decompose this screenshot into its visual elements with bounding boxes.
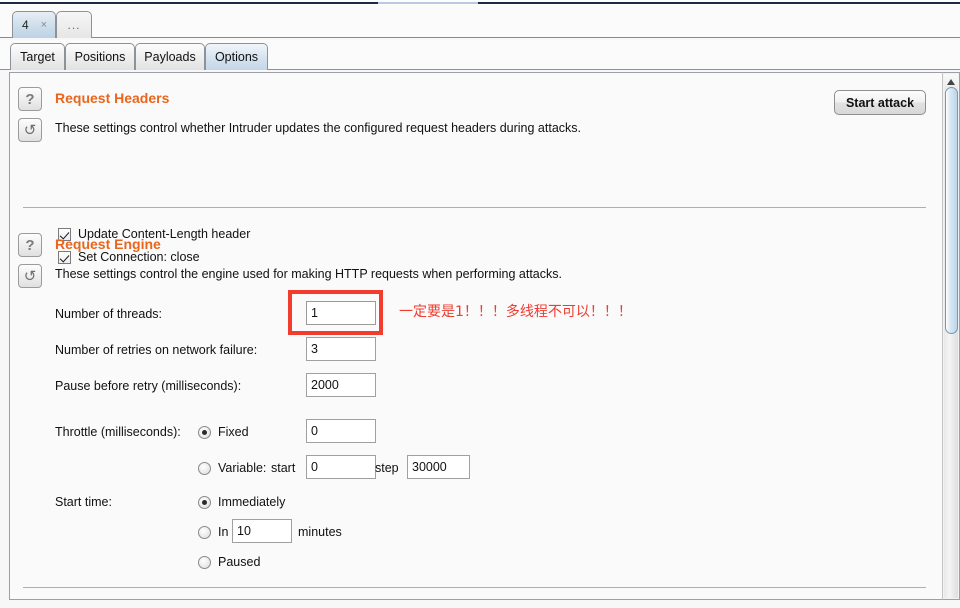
reset-arrow-icon: ↺ [23,122,37,139]
request-headers-description: These settings control whether Intruder … [55,121,582,135]
start-attack-button[interactable]: Start attack [834,90,926,115]
top-rule [0,2,960,4]
radio-start-in-label: In [218,525,229,539]
options-panel-inner: ? ↺ Request Headers These settings contr… [10,73,936,599]
attack-tab-bar: 4 × ... [0,5,960,38]
tab-target[interactable]: Target [10,43,65,70]
question-mark-icon: ? [25,90,35,108]
radio-throttle-fixed-label: Fixed [218,425,249,439]
tab-positions-label: Positions [74,50,126,64]
reset-arrow-icon: ↺ [23,268,37,285]
request-headers-help-button[interactable]: ? [18,87,42,111]
request-engine-reset-button[interactable]: ↺ [18,264,42,288]
pause-input[interactable] [306,373,376,397]
throttle-start-label: start [271,461,296,475]
tab-payloads-label: Payloads [144,50,196,64]
intruder-tab-bar: Target Positions Payloads Options [0,40,960,70]
intruder-options-window: 4 × ... Target Positions Payloads Option… [0,0,960,608]
throttle-step-input[interactable] [407,455,470,479]
question-mark-icon: ? [25,236,35,254]
throttle-step-label: step [375,461,399,475]
pause-label: Pause before retry (milliseconds): [55,379,242,393]
chevron-up-icon [947,79,955,85]
radio-icon[interactable] [198,555,211,569]
radio-start-in[interactable]: In [198,525,228,539]
tab-positions[interactable]: Positions [65,43,135,70]
start-in-unit-label: minutes [298,525,342,539]
scrollbar-thumb[interactable] [945,87,958,334]
request-headers-title: Request Headers [55,90,170,106]
radio-throttle-variable[interactable]: Variable: [198,461,266,475]
options-panel: ? ↺ Request Headers These settings contr… [9,72,951,600]
threads-input[interactable] [306,301,376,325]
radio-throttle-fixed[interactable]: Fixed [198,425,249,439]
threads-label: Number of threads: [55,307,162,321]
top-rule-highlight [378,2,478,4]
tab-payloads[interactable]: Payloads [135,43,205,70]
start-time-label: Start time: [55,495,112,509]
throttle-label: Throttle (milliseconds): [55,425,181,439]
radio-start-paused[interactable]: Paused [198,555,260,569]
radio-icon[interactable] [198,495,211,509]
vertical-scrollbar[interactable] [942,72,960,600]
attack-tab-4[interactable]: 4 × [12,11,56,38]
checkbox-icon[interactable] [58,250,71,264]
retries-input[interactable] [306,337,376,361]
request-headers-reset-button[interactable]: ↺ [18,118,42,142]
radio-icon[interactable] [198,461,211,475]
radio-start-immediately-label: Immediately [218,495,286,509]
request-engine-help-button[interactable]: ? [18,233,42,257]
radio-icon[interactable] [198,525,211,539]
radio-icon[interactable] [198,425,211,439]
close-icon[interactable]: × [41,19,49,31]
radio-start-paused-label: Paused [218,555,261,569]
attack-tab-more-label: ... [67,18,81,32]
attack-tab-label: 4 [22,18,29,32]
radio-throttle-variable-label: Variable: [218,461,267,475]
tab-target-label: Target [20,50,55,64]
request-engine-title: Request Engine [55,236,161,252]
section-divider-1 [23,207,926,208]
checkbox-set-connection-close[interactable]: Set Connection: close [58,250,200,264]
attack-tab-more[interactable]: ... [56,11,92,38]
throttle-fixed-input[interactable] [306,419,376,443]
threads-annotation: 一定要是1！！！多线程不可以！！！ [399,304,632,320]
tab-options-label: Options [214,50,259,64]
throttle-start-input[interactable] [306,455,376,479]
start-in-minutes-input[interactable] [232,519,292,543]
request-engine-description: These settings control the engine used f… [55,267,562,281]
radio-start-immediately[interactable]: Immediately [198,495,285,509]
section-divider-2 [23,587,926,588]
checkbox-set-connection-close-label: Set Connection: close [78,250,200,264]
retries-label: Number of retries on network failure: [55,343,258,357]
tab-options[interactable]: Options [205,43,268,70]
